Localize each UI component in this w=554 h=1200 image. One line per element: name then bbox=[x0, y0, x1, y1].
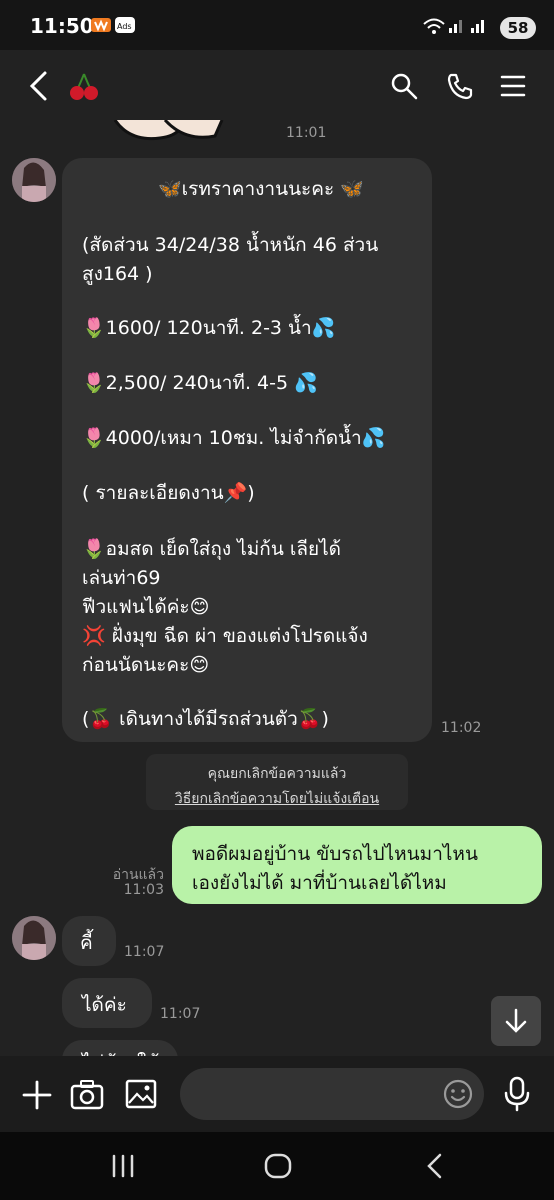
message-line: (สัดส่วน 34/24/38 น้ำหนัก 46 ส่วน bbox=[82, 234, 379, 256]
signal-icon-2 bbox=[470, 16, 488, 38]
message-line: 🌷2,500/ 240นาที. 4-5 💦 bbox=[82, 372, 318, 394]
message-text: ไม่ต้องใช้ bbox=[82, 1048, 159, 1056]
message-line: เองยังไม่ได้ มาที่บ้านเลยได้ไหม bbox=[192, 872, 447, 894]
chat-area[interactable]: 11:01 🦋เรทราคางานนะคะ 🦋 (สัดส่วน 34/24/3… bbox=[0, 120, 554, 1056]
chat-app-icon: Ads bbox=[114, 16, 136, 38]
mic-icon[interactable] bbox=[502, 1076, 532, 1116]
message-input[interactable] bbox=[180, 1068, 484, 1120]
plus-icon[interactable] bbox=[22, 1080, 52, 1114]
recent-apps-icon[interactable] bbox=[110, 1154, 136, 1182]
message-text: ได้ค่ะ bbox=[82, 994, 127, 1016]
signal-icon bbox=[448, 16, 466, 38]
message-line: 🌷1600/ 120นาที. 2-3 น้ำ💦 bbox=[82, 317, 336, 339]
message-line: 🌷4000/เหมา 10ชม. ไม่จำกัดน้ำ💦 bbox=[82, 427, 386, 449]
system-nav-bar bbox=[0, 1132, 554, 1200]
message-bubble[interactable]: คี้ bbox=[62, 916, 116, 966]
nav-back-icon[interactable] bbox=[424, 1152, 444, 1184]
chat-header bbox=[0, 50, 554, 120]
shop-app-icon bbox=[90, 16, 112, 38]
image-icon[interactable] bbox=[125, 1079, 157, 1113]
message-text: คี้ bbox=[80, 932, 93, 954]
message-line: ฟีวแฟนได้ค่ะ😊 bbox=[82, 596, 210, 618]
message-time: 11:03 bbox=[123, 882, 164, 898]
message-line: ก่อนนัดนะคะ😊 bbox=[82, 654, 210, 676]
message-line: (🍒 เดินทางได้มีรถส่วนตัว🍒) bbox=[82, 708, 329, 730]
message-line: 🦋เรทราคางานนะคะ 🦋 bbox=[158, 178, 364, 200]
sticker-image[interactable] bbox=[110, 120, 230, 146]
wifi-icon bbox=[422, 16, 446, 40]
svg-text:Ads: Ads bbox=[117, 22, 132, 31]
avatar[interactable] bbox=[12, 916, 56, 960]
message-line: ( รายละเอียดงาน📌) bbox=[82, 482, 255, 504]
sent-message-bubble[interactable]: พอดีผมอยู่บ้าน ขับรถไปไหนมาไหน เองยังไม่… bbox=[172, 826, 542, 904]
message-line: 💢 ฝั่งมุข ฉีด ผ่า ของแต่งโปรดแจ้ง bbox=[82, 625, 368, 647]
message-time: 11:07 bbox=[124, 944, 165, 960]
message-line: สูง164 ) bbox=[82, 263, 153, 285]
cherries-emoji-icon bbox=[68, 72, 100, 106]
phone-icon[interactable] bbox=[446, 72, 474, 104]
unsend-text: คุณยกเลิกข้อความแล้ว bbox=[207, 766, 347, 782]
message-line: พอดีผมอยู่บ้าน ขับรถไปไหนมาไหน bbox=[192, 843, 478, 865]
message-bubble[interactable]: ไม่ต้องใช้ bbox=[62, 1040, 178, 1056]
menu-icon[interactable] bbox=[500, 74, 526, 102]
message-time: 11:01 bbox=[286, 125, 327, 141]
scroll-down-button[interactable] bbox=[491, 996, 541, 1046]
message-bubble[interactable]: ได้ค่ะ bbox=[62, 978, 152, 1028]
search-icon[interactable] bbox=[390, 72, 418, 104]
status-time: 11:50 bbox=[30, 14, 94, 38]
back-icon[interactable] bbox=[26, 70, 52, 106]
battery-indicator: 58 bbox=[500, 17, 536, 39]
avatar[interactable] bbox=[12, 158, 56, 202]
unsend-notice: คุณยกเลิกข้อความแล้ว วิธียกเลิกข้อความโด… bbox=[146, 754, 408, 810]
message-line: 🌷อมสด เย็ดใส่ถุง ไม่ก้น เลียได้ bbox=[82, 538, 342, 560]
message-time: 11:02 bbox=[441, 720, 482, 736]
status-bar: 11:50 Ads 58 bbox=[0, 0, 554, 50]
emoji-icon[interactable] bbox=[442, 1078, 474, 1114]
message-time: 11:07 bbox=[160, 1006, 201, 1022]
message-line: เล่นท่า69 bbox=[82, 567, 161, 589]
home-icon[interactable] bbox=[264, 1153, 292, 1183]
chevron-down-icon bbox=[504, 1008, 528, 1038]
camera-icon[interactable] bbox=[70, 1078, 104, 1114]
unsend-help-link[interactable]: วิธียกเลิกข้อความโดยไม่แจ้งเตือน bbox=[146, 788, 408, 810]
message-bubble-rates[interactable]: 🦋เรทราคางานนะคะ 🦋 (สัดส่วน 34/24/38 น้ำห… bbox=[62, 158, 432, 742]
